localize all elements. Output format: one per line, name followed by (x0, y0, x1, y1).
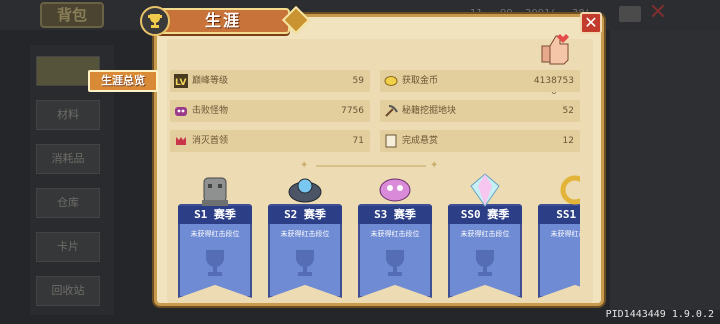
sidebar-item-materials[interactable]: 材料 (36, 100, 100, 130)
gold-ring-icon (560, 175, 580, 205)
stat-value: 4138753 (533, 76, 574, 86)
trophy-silhouette-icon (206, 250, 224, 276)
season-card-ss1[interactable]: SS1 赛 未获得红击段位 (534, 172, 580, 300)
stat-value: 12 (562, 136, 574, 146)
stat-monsters: 击败怪物 7756 (170, 100, 370, 122)
bg-close-icon[interactable]: ✕ (646, 1, 670, 25)
trophy-silhouette-icon (386, 250, 404, 276)
season-name: S3 赛季 (358, 206, 432, 224)
lv-icon: LV (174, 74, 188, 88)
sidebar-item-storage[interactable]: 仓库 (36, 188, 100, 218)
rainbow-crystal-icon (470, 173, 500, 207)
boss-icon (174, 134, 188, 148)
stat-peak-level: LV 巅峰等级 59 (170, 70, 370, 92)
trophy-silhouette-icon (476, 250, 494, 276)
stat-label: 消灭首领 (192, 136, 229, 146)
season-status: 未获得红击段位 (550, 230, 581, 238)
tab-career-overview[interactable]: 生涯总览 (88, 70, 158, 92)
modal-title: 生涯 (204, 11, 241, 30)
stat-label: 完成悬赏 (402, 136, 439, 146)
bag-title: 背包 (40, 2, 104, 28)
season-card-s2[interactable]: S2 赛季 未获得红击段位 (264, 172, 346, 300)
season-name: SS1 赛 (538, 206, 580, 224)
season-status: 未获得红击段位 (280, 230, 330, 238)
season-status: 未获得红击段位 (460, 230, 510, 238)
season-card-s1[interactable]: S1 赛季 未获得红击段位 (174, 172, 256, 300)
section-divider: ✦ ✦ (296, 161, 446, 171)
sparkle-icon: ✦ (300, 160, 309, 171)
trophy-icon (140, 6, 170, 36)
pickaxe-icon (384, 104, 398, 118)
stat-value: 7756 (341, 106, 364, 116)
close-button[interactable]: ✕ (580, 12, 602, 34)
stat-value: 59 (352, 76, 364, 86)
season-status: 未获得红击段位 (370, 230, 420, 238)
trophy-silhouette-icon (296, 250, 314, 276)
thumbs-up-icon (541, 34, 569, 65)
stat-label: 获取金币 (402, 76, 439, 86)
stat-dig: 秘籍挖掘地块 52 (380, 100, 580, 122)
season-name: S1 赛季 (178, 206, 252, 224)
season-card-ss0[interactable]: SS0 赛季 未获得红击段位 (444, 172, 526, 300)
season-name: S2 赛季 (268, 206, 342, 224)
robot-drone-icon (288, 178, 322, 203)
build-id: PID1443449 1.9.0.2 (605, 309, 714, 320)
monster-icon (174, 104, 188, 118)
mail-icon[interactable] (619, 6, 641, 22)
title-banner: 生涯 (140, 5, 311, 36)
stat-value: 71 (352, 136, 364, 146)
like-button[interactable] (538, 32, 570, 72)
divider-line (316, 165, 426, 167)
season-name: SS0 赛季 (448, 206, 522, 224)
stat-bounties: 完成悬赏 12 (380, 130, 580, 152)
screen: 背包 11 99 2091/… 38/… ✕ 材料 消耗品 仓库 卡片 回收站 … (0, 0, 720, 324)
stat-value: 52 (562, 106, 574, 116)
sidebar-item-consumables[interactable]: 消耗品 (36, 144, 100, 174)
sidebar-item-recycle[interactable]: 回收站 (36, 276, 100, 306)
season-card-s3[interactable]: S3 赛季 未获得红击段位 (354, 172, 436, 300)
stone-beast-icon (202, 177, 228, 206)
sidebar-item-cards[interactable]: 卡片 (36, 232, 100, 262)
svg-text:LV: LV (175, 78, 186, 88)
bounty-icon (384, 134, 398, 148)
stat-bosses: 消灭首领 71 (170, 130, 370, 152)
stat-label: 秘籍挖掘地块 (402, 106, 457, 116)
background-panel (610, 30, 720, 310)
gold-coin-icon (384, 74, 398, 88)
purple-fish-icon (379, 178, 411, 202)
stat-label: 巅峰等级 (192, 76, 229, 86)
stat-gold: 获取金币 4138753 (380, 70, 580, 92)
sparkle-icon: ✦ (430, 160, 439, 171)
season-status: 未获得红击段位 (190, 230, 240, 238)
stat-label: 击败怪物 (192, 106, 229, 116)
